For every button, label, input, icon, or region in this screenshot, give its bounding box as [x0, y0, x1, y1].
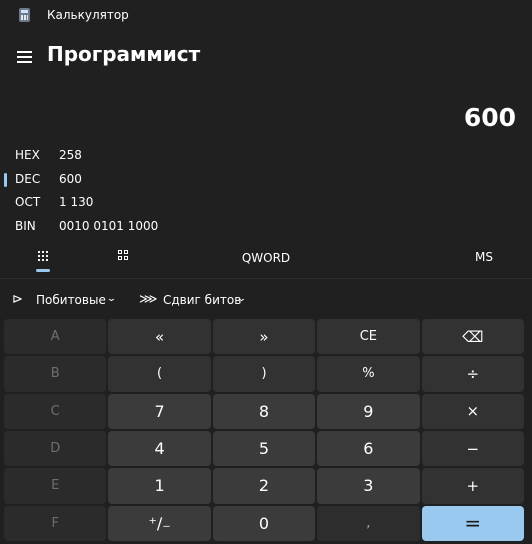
radix-label: HEX: [15, 148, 40, 162]
chevron-down-icon: ⌄: [236, 293, 247, 304]
key-9[interactable]: 9: [317, 393, 420, 429]
key-8[interactable]: 8: [212, 393, 316, 429]
key-backspace[interactable]: ⌫: [421, 319, 524, 355]
key-decimal[interactable]: ,: [317, 505, 420, 541]
radix-value: 258: [59, 148, 82, 162]
key-b[interactable]: B: [4, 356, 107, 392]
radix-label: OCT: [15, 195, 41, 209]
bitwise-label: Побитовые: [36, 293, 106, 307]
bitshift-label: Сдвиг битов: [163, 293, 242, 307]
key-6[interactable]: 6: [317, 430, 420, 467]
key-f[interactable]: F: [4, 505, 107, 541]
tab-full-keypad[interactable]: [28, 246, 58, 276]
key-modulo[interactable]: %: [317, 356, 420, 392]
chevron-down-icon: ⌄: [106, 293, 117, 304]
navigation-menu-button[interactable]: [10, 42, 38, 70]
result-display: 600: [463, 103, 516, 132]
key-clear-entry[interactable]: CE: [317, 319, 420, 355]
key-multiply[interactable]: ×: [421, 393, 524, 429]
key-5[interactable]: 5: [212, 430, 316, 467]
calculator-icon: [19, 8, 30, 22]
key-left-shift[interactable]: «: [108, 319, 211, 355]
tab-active-indicator: [36, 269, 50, 272]
keypad: A «» CE ⌫ B()% ÷ C 7 8 9 × D 4 5 6− E 1 2 3 + F ⁺∕₋ 0, =: [4, 319, 524, 541]
key-d[interactable]: D: [4, 430, 107, 467]
full-keypad-icon: [37, 250, 49, 262]
bitshift-dropdown[interactable]: ⋙ Сдвиг битов ⌄: [137, 290, 255, 310]
radix-label: DEC: [15, 172, 41, 186]
key-divide[interactable]: ÷: [421, 356, 524, 392]
bit-shift-icon: ⋙: [139, 292, 158, 307]
radix-label: BIN: [15, 219, 36, 233]
key-a[interactable]: A: [4, 319, 107, 355]
key-minus[interactable]: −: [421, 430, 524, 467]
key-7[interactable]: 7: [108, 393, 211, 429]
mode-title: Программист: [47, 42, 201, 66]
memory-store-button[interactable]: MS: [462, 246, 506, 276]
key-4[interactable]: 4: [108, 430, 211, 467]
title-bar: Калькулятор: [0, 0, 532, 32]
key-close-paren[interactable]: ): [212, 356, 316, 392]
key-plus[interactable]: +: [421, 468, 524, 504]
key-0[interactable]: 0: [212, 505, 316, 541]
radix-value: 600: [59, 172, 82, 186]
key-negate[interactable]: ⁺∕₋: [108, 505, 211, 541]
tab-bit-toggle[interactable]: [112, 246, 136, 276]
bit-toggle-keypad-icon: [118, 250, 130, 262]
word-size-button[interactable]: QWORD: [220, 246, 312, 276]
bitwise-dropdown[interactable]: ⊳ Побитовые ⌄: [10, 290, 124, 310]
radix-row-bin[interactable]: BIN 0010 0101 1000: [0, 216, 532, 238]
window-title: Калькулятор: [47, 8, 129, 22]
key-open-paren[interactable]: (: [108, 356, 211, 392]
radix-row-oct[interactable]: OCT 1 130: [0, 192, 532, 214]
radix-value: 0010 0101 1000: [59, 219, 159, 233]
radix-row-dec[interactable]: DEC 600: [0, 169, 532, 191]
key-c[interactable]: C: [4, 393, 107, 429]
key-equals[interactable]: =: [421, 505, 524, 541]
selected-indicator: [4, 173, 7, 187]
key-2[interactable]: 2: [212, 468, 316, 504]
key-3[interactable]: 3: [317, 468, 420, 504]
radix-value: 1 130: [59, 195, 94, 209]
key-1[interactable]: 1: [108, 468, 211, 504]
bitwise-gate-icon: ⊳: [12, 292, 23, 307]
key-right-shift[interactable]: »: [212, 319, 316, 355]
keypad-tabs: QWORD MS: [0, 246, 532, 279]
hamburger-menu-icon: [17, 51, 32, 53]
radix-row-hex[interactable]: HEX 258: [0, 145, 532, 167]
key-e[interactable]: E: [4, 468, 107, 504]
